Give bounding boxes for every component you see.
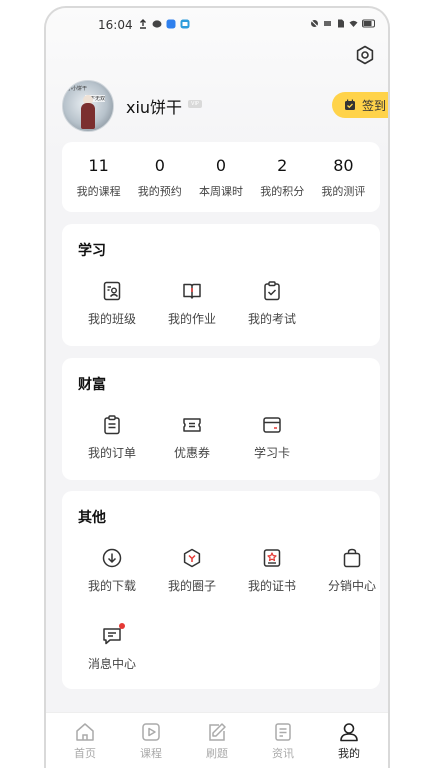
menu-distribution-center[interactable]: 分销中心 <box>312 547 388 594</box>
menu-study-card[interactable]: 学习卡 <box>232 414 312 461</box>
grid-row: 我的班级 我的作业 我的考试 <box>72 280 312 327</box>
menu-label: 我的订单 <box>87 446 136 460</box>
tab-news[interactable]: 资讯 <box>253 713 313 768</box>
grid-row: 我的下载 我的圈子 我的证书 分销中心 <box>72 547 388 594</box>
sim-icon <box>336 19 345 28</box>
vip-badge: VIP <box>188 100 202 108</box>
homework-icon <box>181 280 203 302</box>
play-icon <box>142 723 160 741</box>
stat-my-courses[interactable]: 11 我的课程 <box>68 142 129 212</box>
stat-my-points[interactable]: 2 我的积分 <box>252 142 313 212</box>
stat-value: 0 <box>215 156 227 175</box>
menu-label: 我的班级 <box>87 312 136 326</box>
card-icon <box>261 414 283 436</box>
tab-label: 我的 <box>338 747 360 760</box>
section-title: 其他 <box>78 510 106 526</box>
stat-weekly-hours[interactable]: 0 本周课时 <box>190 142 251 212</box>
stats-card: 11 我的课程 0 我的预约 0 本周课时 2 我的积分 80 我的测评 <box>62 142 380 212</box>
chat-bubble-icon <box>152 19 162 29</box>
menu-label: 我的作业 <box>167 312 216 326</box>
menu-my-exam[interactable]: 我的考试 <box>232 280 312 327</box>
news-icon <box>275 723 291 741</box>
battery-icon <box>362 19 376 28</box>
status-bar: 16:04 <box>46 8 388 42</box>
menu-my-class[interactable]: 我的班级 <box>72 280 152 327</box>
tab-label: 资讯 <box>272 747 294 760</box>
stat-value: 11 <box>88 156 109 175</box>
menu-message-center[interactable]: 消息中心 <box>72 623 152 672</box>
tab-label: 课程 <box>140 747 162 760</box>
menu-my-downloads[interactable]: 我的下载 <box>72 547 152 594</box>
menu-label: 我的证书 <box>247 579 296 593</box>
checkin-label: 签到 <box>362 98 387 113</box>
stat-value: 80 <box>333 156 354 175</box>
tab-label: 刷题 <box>206 747 228 760</box>
menu-my-circle[interactable]: 我的圈子 <box>152 547 232 594</box>
stat-label: 我的积分 <box>260 185 305 198</box>
section-wealth: 财富 我的订单 优惠券 学习卡 <box>62 358 380 480</box>
settings-gear-icon[interactable] <box>354 44 376 66</box>
section-title: 财富 <box>78 377 106 393</box>
home-icon <box>76 723 94 741</box>
menu-label: 优惠券 <box>173 446 210 460</box>
username: xiu饼干 <box>126 98 183 117</box>
menu-label: 我的圈子 <box>167 579 216 593</box>
edit-icon <box>209 723 226 741</box>
tab-mine[interactable]: 我的 <box>319 713 379 768</box>
shopping-bag-icon <box>341 547 363 569</box>
app-notification-icon <box>166 19 176 29</box>
tab-practice[interactable]: 刷题 <box>187 713 247 768</box>
section-study: 学习 我的班级 我的作业 我的考试 <box>62 224 380 346</box>
grid-row: 消息中心 <box>72 623 152 672</box>
status-time: 16:04 <box>98 18 133 32</box>
grid-row: 我的订单 优惠券 学习卡 <box>72 414 312 461</box>
stat-label: 我的课程 <box>76 185 121 198</box>
circle-icon <box>181 547 203 569</box>
menu-my-certificates[interactable]: 我的证书 <box>232 547 312 594</box>
tab-courses[interactable]: 课程 <box>121 713 181 768</box>
stat-label: 本周课时 <box>199 185 243 198</box>
message-icon <box>101 623 125 647</box>
calendar-check-icon <box>345 99 355 110</box>
order-icon <box>101 414 123 436</box>
upload-icon <box>138 19 148 29</box>
stat-my-assessments[interactable]: 80 我的测评 <box>313 142 374 212</box>
tab-home[interactable]: 首页 <box>55 713 115 768</box>
mute-icon <box>310 19 319 28</box>
avatar[interactable]: 小小饼干 天下无双 <box>62 80 114 132</box>
network-speed-icon <box>323 19 332 28</box>
menu-my-homework[interactable]: 我的作业 <box>152 280 232 327</box>
avatar-figure-body <box>81 103 95 129</box>
app-notification-icon <box>180 19 190 29</box>
stat-label: 我的测评 <box>321 185 366 198</box>
menu-coupons[interactable]: 优惠券 <box>152 414 232 461</box>
tab-label: 首页 <box>74 747 96 760</box>
menu-label: 消息中心 <box>87 657 136 671</box>
section-title: 学习 <box>78 243 106 259</box>
user-icon <box>340 723 358 742</box>
unread-dot <box>119 623 125 629</box>
menu-label: 我的下载 <box>87 579 136 593</box>
certificate-icon <box>261 547 283 569</box>
exam-icon <box>261 280 283 302</box>
bottom-tab-bar: 首页 课程 刷题 资讯 我的 <box>46 712 388 768</box>
menu-label: 我的考试 <box>247 312 296 326</box>
phone-screen: 16:04 小小饼干 天下无双 xiu饼干 VIP 签到 11 我的课程 0 我… <box>44 6 390 768</box>
avatar-caption: 小小饼干 <box>67 86 88 92</box>
status-left-icons <box>138 19 190 29</box>
stat-value: 2 <box>277 156 288 175</box>
menu-label: 学习卡 <box>253 446 290 460</box>
section-other: 其他 我的下载 我的圈子 我的证书 分销中心 消息中心 <box>62 491 380 689</box>
coupon-icon <box>181 414 203 436</box>
class-icon <box>101 280 123 302</box>
status-right-icons <box>310 19 376 28</box>
menu-label: 分销中心 <box>327 579 376 593</box>
menu-my-orders[interactable]: 我的订单 <box>72 414 152 461</box>
checkin-button[interactable]: 签到 <box>332 92 388 118</box>
stat-label: 我的预约 <box>137 185 182 198</box>
stat-value: 0 <box>154 156 165 175</box>
stat-my-appointments[interactable]: 0 我的预约 <box>129 142 190 212</box>
download-icon <box>101 547 123 569</box>
wifi-icon <box>349 19 358 28</box>
